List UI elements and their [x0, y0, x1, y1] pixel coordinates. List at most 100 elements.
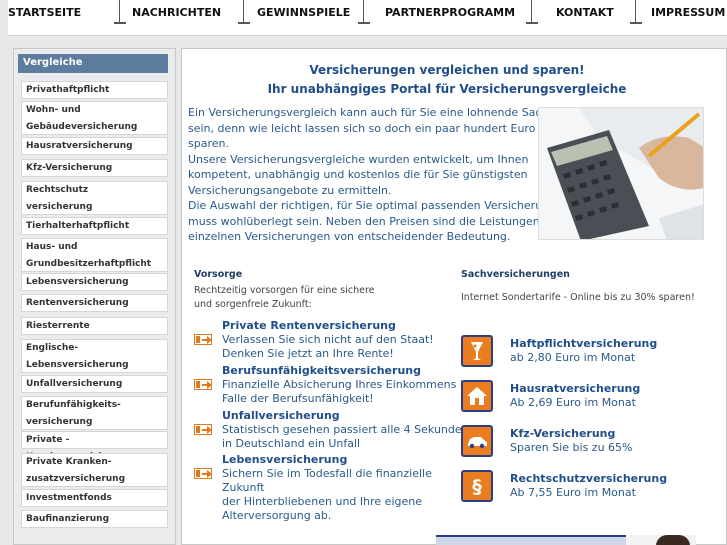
- link-hausratversicherung[interactable]: Hausratversicherung: [510, 382, 640, 395]
- sidebar-item-kranken-zusatz[interactable]: Private Kranken-zusatzversicherung: [21, 453, 168, 487]
- sidebar-item-private-kranken[interactable]: Private - Krankenversicherung: [21, 431, 168, 462]
- nav-gewinnspiele[interactable]: GEWINNSPIELE: [257, 6, 350, 19]
- sidebar-item-wohn-gebaeude[interactable]: Wohn- und Gebäudeversicherung: [21, 101, 168, 135]
- sidebar-item-label: Kfz-Versicherung: [26, 163, 113, 173]
- link-haftpflichtversicherung[interactable]: Haftpflichtversicherung: [510, 337, 657, 350]
- sidebar-item-tierhalter[interactable]: Tierhalterhaftpflicht: [21, 217, 168, 235]
- sidebar-item-privathaftpflicht[interactable]: Privathaftpflicht: [21, 81, 168, 99]
- car-icon[interactable]: [461, 425, 493, 457]
- main-content: Versicherungen vergleichen und sparen! I…: [181, 48, 727, 545]
- sidebar-item-label: versicherung: [26, 417, 93, 427]
- nav-separator: [524, 0, 540, 26]
- item-desc: Zukunft: [222, 481, 265, 494]
- intro-text: Ein Versicherungsvergleich kann auch für…: [188, 105, 578, 245]
- vorsorge-subtitle: und sorgenfreie Zukunft:: [194, 299, 312, 310]
- nav-nachrichten[interactable]: NACHRICHTEN: [132, 6, 221, 19]
- sidebar-item-label: Englische-: [26, 343, 79, 353]
- intro-line: Unsere Versicherungsvergleiche wurden en…: [188, 152, 529, 166]
- sidebar-item-label: Gebäudeversicherung: [26, 122, 138, 132]
- nav-separator: [356, 0, 372, 26]
- glass-icon[interactable]: [461, 335, 493, 367]
- bottom-banner: [436, 535, 626, 545]
- sidebar-item-label: Lebensversicherung: [26, 277, 129, 287]
- sidebar-item-label: Berufunfähigkeits-: [26, 400, 121, 410]
- sidebar-item-label: Rechtschutz: [26, 185, 89, 195]
- sidebar: Vergleiche Privathaftpflicht Wohn- und Ge…: [13, 48, 176, 545]
- sidebar-item-unfall[interactable]: Unfallversicherung: [21, 375, 168, 393]
- sidebar-item-label: Rentenversicherung: [26, 298, 129, 308]
- vorsorge-subtitle: Rechtzeitig vorsorgen für eine sichere: [194, 285, 375, 296]
- intro-line: Versicherungsangebote zu ermitteln.: [188, 183, 392, 197]
- sach-desc: Ab 7,55 Euro im Monat: [510, 486, 636, 499]
- sidebar-item-baufinanzierung[interactable]: Baufinanzierung: [21, 510, 168, 528]
- calculator-photo: [538, 107, 704, 240]
- page: STARTSEITE NACHRICHTEN GEWINNSPIELE PART…: [0, 0, 727, 545]
- sidebar-item-label: Investmentfonds: [26, 493, 112, 503]
- nav-startseite[interactable]: STARTSEITE: [8, 6, 81, 19]
- link-kfz-versicherung[interactable]: Kfz-Versicherung: [510, 427, 615, 440]
- item-desc: in Deutschland ein Unfall: [222, 437, 361, 450]
- sidebar-item-label: Lebensversicherung: [26, 360, 129, 370]
- sach-desc: ab 2,80 Euro im Monat: [510, 351, 636, 364]
- orange-arrow-icon: [194, 468, 212, 479]
- sach-heading: Sachversicherungen: [461, 269, 570, 280]
- sidebar-item-label: Baufinanzierung: [26, 514, 110, 524]
- intro-line: kompetent, unabhängig und kostenlos die …: [188, 168, 528, 181]
- sidebar-item-rechtschutz[interactable]: Rechtschutz versicherung: [21, 181, 168, 215]
- orange-arrow-icon: [194, 379, 212, 390]
- intro-line: einzelnen Versicherungen von entscheiden…: [188, 230, 511, 243]
- orange-arrow-icon: [194, 424, 212, 435]
- sidebar-item-label: Unfallversicherung: [26, 379, 123, 389]
- link-private-rentenversicherung[interactable]: Private Rentenversicherung: [222, 319, 396, 332]
- item-desc: Alterversorgung ab.: [222, 509, 332, 522]
- link-berufsunfaehigkeitsversicherung[interactable]: Berufsunfähigkeitsversicherung: [222, 364, 421, 377]
- item-desc: Denken Sie jetzt an Ihre Rente!: [222, 347, 394, 360]
- nav-partnerprogramm[interactable]: PARTNERPROGRAMM: [385, 6, 515, 19]
- paragraph-icon[interactable]: §: [461, 470, 493, 502]
- intro-line: Die Auswahl der richtigen, für Sie optim…: [188, 199, 557, 212]
- sach-subtitle: Internet Sondertarife - Online bis zu 30…: [461, 292, 695, 303]
- intro-line: muss wohlüberlegt sein. Neben den Preise…: [188, 214, 562, 228]
- sidebar-item-berufsunfaehigkeit[interactable]: Berufunfähigkeits-versicherung: [21, 396, 168, 430]
- link-rechtschutzversicherung[interactable]: Rechtschutzversicherung: [510, 472, 667, 485]
- bottom-banner-photo: [626, 535, 696, 545]
- item-desc: Finanzielle Absicherung Ihres Einkommens…: [222, 378, 474, 391]
- item-desc: Statistisch gesehen passiert alle 4 Seku…: [222, 423, 469, 436]
- nav-separator: [236, 0, 252, 26]
- nav-kontakt[interactable]: KONTAKT: [556, 6, 614, 19]
- top-navigation: STARTSEITE NACHRICHTEN GEWINNSPIELE PART…: [8, 0, 727, 36]
- sidebar-item-hausrat[interactable]: Hausratversicherung: [21, 137, 168, 155]
- item-desc: Sichern Sie im Todesfall die finanzielle: [222, 467, 432, 480]
- sidebar-item-label: Haus- und: [26, 242, 78, 252]
- nav-separator: [628, 0, 644, 26]
- sidebar-item-label: Tierhalterhaftpflicht: [26, 221, 130, 231]
- nav-separator: [112, 0, 128, 26]
- sidebar-item-label: Wohn- und: [26, 105, 81, 115]
- sidebar-item-label: Grundbesitzerhaftpflicht: [26, 259, 152, 269]
- link-unfallversicherung[interactable]: Unfallversicherung: [222, 409, 340, 422]
- sidebar-heading: Vergleiche: [18, 54, 168, 73]
- sidebar-item-label: Private Kranken-: [26, 457, 112, 467]
- sidebar-item-riesterrente[interactable]: Riesterrente: [21, 317, 168, 335]
- sidebar-item-label: Privathaftpflicht: [26, 85, 110, 95]
- page-subtitle: Ihr unabhängiges Portal für Versicherung…: [267, 82, 627, 96]
- sach-desc: Ab 2,69 Euro im Monat: [510, 396, 636, 409]
- item-desc: der Hinterbliebenen und Ihre eigene: [222, 495, 422, 508]
- sidebar-item-lebensversicherung[interactable]: Lebensversicherung: [21, 273, 168, 291]
- intro-line: sein, denn wie leicht lassen sich so doc…: [188, 121, 578, 135]
- nav-impressum[interactable]: IMPRESSUM: [651, 6, 725, 19]
- link-lebensversicherung[interactable]: Lebensversicherung: [222, 453, 347, 466]
- sidebar-item-haus-grundbesitzer[interactable]: Haus- und Grundbesitzerhaftpflicht: [21, 238, 168, 272]
- orange-arrow-icon: [194, 334, 212, 345]
- house-icon[interactable]: [461, 380, 493, 412]
- vorsorge-heading: Vorsorge: [194, 269, 243, 280]
- sidebar-item-englische-leben[interactable]: Englische- Lebensversicherung: [21, 339, 168, 373]
- sidebar-item-label: versicherung: [26, 202, 93, 212]
- item-desc: Verlassen Sie sich nicht auf den Staat!: [222, 333, 434, 346]
- svg-text:§: §: [472, 476, 482, 497]
- item-desc: Falle der Berufsunfähigkeit!: [222, 392, 374, 405]
- sidebar-item-rentenversicherung[interactable]: Rentenversicherung: [21, 294, 168, 312]
- sidebar-item-investmentfonds[interactable]: Investmentfonds: [21, 489, 168, 507]
- sidebar-item-label: Hausratversicherung: [26, 141, 133, 151]
- sidebar-item-kfz[interactable]: Kfz-Versicherung: [21, 159, 168, 177]
